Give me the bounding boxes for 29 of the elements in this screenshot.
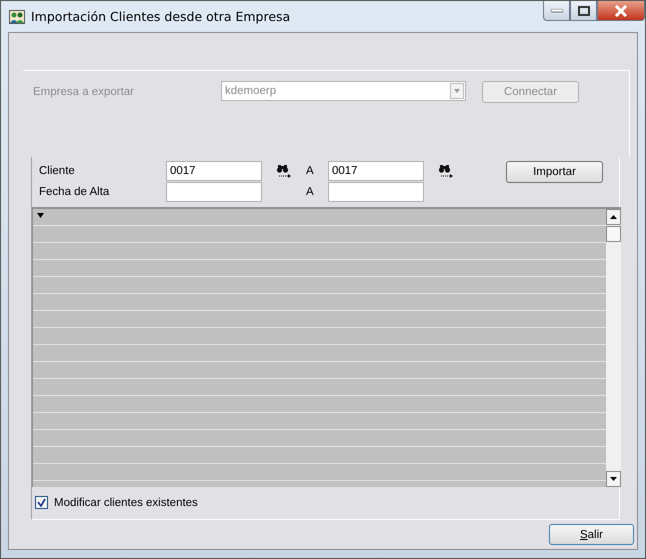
row-indicator-icon xyxy=(37,213,44,218)
window-title: Importación Clientes desde otra Empresa xyxy=(31,9,292,24)
people-icon xyxy=(9,8,25,24)
scroll-down-icon[interactable] xyxy=(606,471,621,487)
minimize-button[interactable] xyxy=(543,1,570,21)
maximize-icon xyxy=(578,6,590,16)
input-field[interactable]: 0017 xyxy=(166,161,262,181)
binoculars-icon[interactable] xyxy=(438,164,454,178)
input-field[interactable]: 0017 xyxy=(328,161,424,181)
close-icon xyxy=(614,4,628,16)
scroll-thumb[interactable] xyxy=(606,226,621,242)
import-button[interactable]: Importar xyxy=(506,161,603,183)
range-label: A xyxy=(306,165,315,177)
filter-label: Cliente xyxy=(39,165,76,177)
filter-label: Fecha de Alta xyxy=(39,186,110,198)
close-button[interactable] xyxy=(597,1,645,21)
scrollbar[interactable] xyxy=(606,209,621,487)
range-label: A xyxy=(306,186,315,198)
scroll-up-icon[interactable] xyxy=(606,209,621,225)
minimize-icon xyxy=(550,8,562,12)
binoculars-icon[interactable] xyxy=(276,164,292,178)
checkbox[interactable] xyxy=(35,496,48,509)
maximize-button[interactable] xyxy=(570,1,597,21)
input-field[interactable] xyxy=(166,182,262,202)
exit-button[interactable]: Salir xyxy=(549,524,634,545)
company-label: Empresa a exportar xyxy=(33,85,135,98)
input-field[interactable] xyxy=(328,182,424,202)
checkbox-label: Modificar clientes existentes xyxy=(54,496,198,508)
checkmark-icon xyxy=(37,498,46,507)
